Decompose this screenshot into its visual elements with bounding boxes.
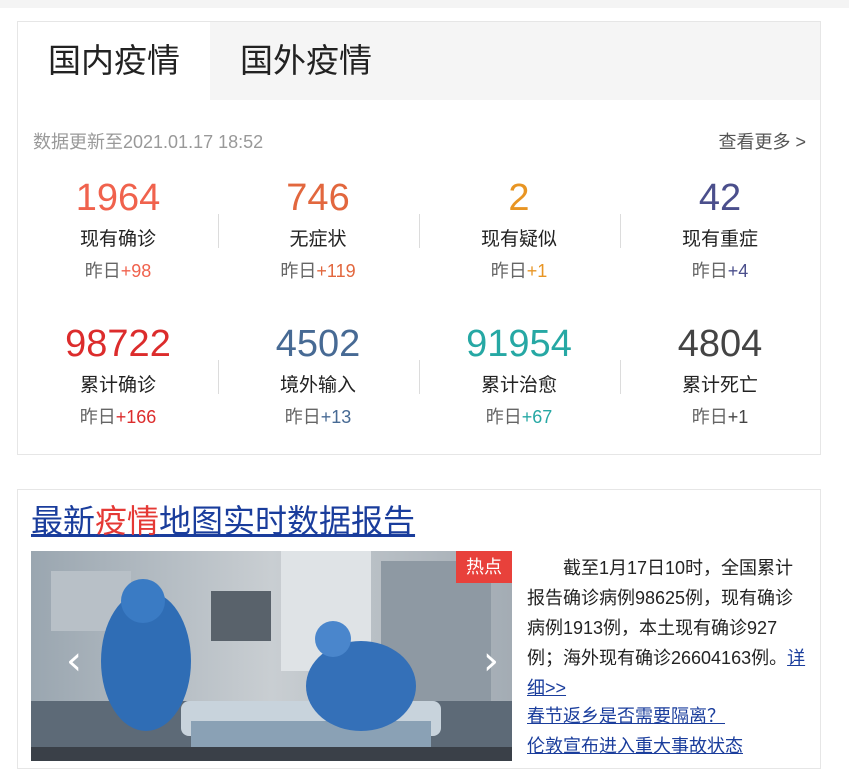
divider xyxy=(419,214,420,248)
stat-value: 1964 xyxy=(75,177,161,219)
stat-value: 4804 xyxy=(677,323,763,365)
tab-international[interactable]: 国外疫情 xyxy=(210,22,402,100)
news-card: 最新疫情地图实时数据报告 热点 ‹ › 截至1月17日10时，全国累计报告确诊病… xyxy=(17,489,821,769)
chevron-right-icon[interactable]: › xyxy=(476,641,506,681)
divider xyxy=(620,360,621,394)
stat-delta: 昨日+1 xyxy=(490,261,548,281)
stat-total-confirmed: 98722 累计确诊 昨日+166 xyxy=(18,318,218,428)
stat-value: 4502 xyxy=(275,323,361,365)
divider xyxy=(218,360,219,394)
view-more-link[interactable]: 查看更多 > xyxy=(718,128,806,154)
divider xyxy=(419,360,420,394)
stat-current-confirmed: 1964 现有确诊 昨日+98 xyxy=(18,172,218,282)
news-summary: 截至1月17日10时，全国累计报告确诊病例98625例，现有确诊病例1913例，… xyxy=(527,558,806,698)
stats-row-current: 1964 现有确诊 昨日+98 746 无症状 昨日+119 2 现有疑似 昨日… xyxy=(18,172,820,282)
tab-bar: 国内疫情 国外疫情 xyxy=(18,22,820,100)
stat-delta: 昨日+1 xyxy=(691,407,749,427)
tab-domestic[interactable]: 国内疫情 xyxy=(18,22,210,100)
stats-card: 国内疫情 国外疫情 数据更新至2021.01.17 18:52 查看更多 > 1… xyxy=(17,21,821,455)
stat-label: 累计死亡 xyxy=(681,375,758,396)
stat-label: 境外输入 xyxy=(279,375,356,396)
stat-delta: 昨日+4 xyxy=(691,261,749,281)
news-headline-link[interactable]: 最新疫情地图实时数据报告 xyxy=(31,500,415,542)
divider xyxy=(620,214,621,248)
stat-value: 98722 xyxy=(65,323,171,365)
stat-label: 现有疑似 xyxy=(480,229,557,250)
divider xyxy=(218,214,219,248)
hospital-photo xyxy=(31,551,512,761)
news-link-travel[interactable]: 春节返乡是否需要隔离？ xyxy=(527,701,725,731)
stat-label: 累计确诊 xyxy=(79,375,156,396)
stat-label: 现有重症 xyxy=(681,229,758,250)
stat-delta: 昨日+119 xyxy=(280,261,356,281)
stat-value: 42 xyxy=(698,177,742,219)
news-link-london[interactable]: 伦敦宣布进入重大事故状态 xyxy=(527,731,743,761)
stat-imported: 4502 境外输入 昨日+13 xyxy=(218,318,418,428)
update-time: 数据更新至2021.01.17 18:52 xyxy=(33,132,264,152)
stat-asymptomatic: 746 无症状 昨日+119 xyxy=(218,172,418,282)
stat-severe: 42 现有重症 昨日+4 xyxy=(620,172,820,282)
top-band xyxy=(0,0,849,8)
stat-label: 现有确诊 xyxy=(79,229,156,250)
stat-delta: 昨日+67 xyxy=(485,407,553,427)
stat-label: 无症状 xyxy=(289,229,347,250)
stat-delta: 昨日+166 xyxy=(79,407,157,427)
stat-deaths: 4804 累计死亡 昨日+1 xyxy=(620,318,820,428)
hot-badge: 热点 xyxy=(456,551,512,583)
stat-value: 91954 xyxy=(466,323,572,365)
chevron-left-icon[interactable]: ‹ xyxy=(59,641,89,681)
stat-suspected: 2 现有疑似 昨日+1 xyxy=(419,172,619,282)
news-carousel[interactable]: 热点 ‹ › xyxy=(31,551,512,761)
stat-recovered: 91954 累计治愈 昨日+67 xyxy=(419,318,619,428)
stat-value: 746 xyxy=(286,177,350,219)
stat-label: 累计治愈 xyxy=(480,375,557,396)
stat-value: 2 xyxy=(508,177,530,219)
stat-delta: 昨日+13 xyxy=(284,407,352,427)
stat-delta: 昨日+98 xyxy=(84,261,152,281)
stats-row-cumulative: 98722 累计确诊 昨日+166 4502 境外输入 昨日+13 91954 … xyxy=(18,318,820,428)
